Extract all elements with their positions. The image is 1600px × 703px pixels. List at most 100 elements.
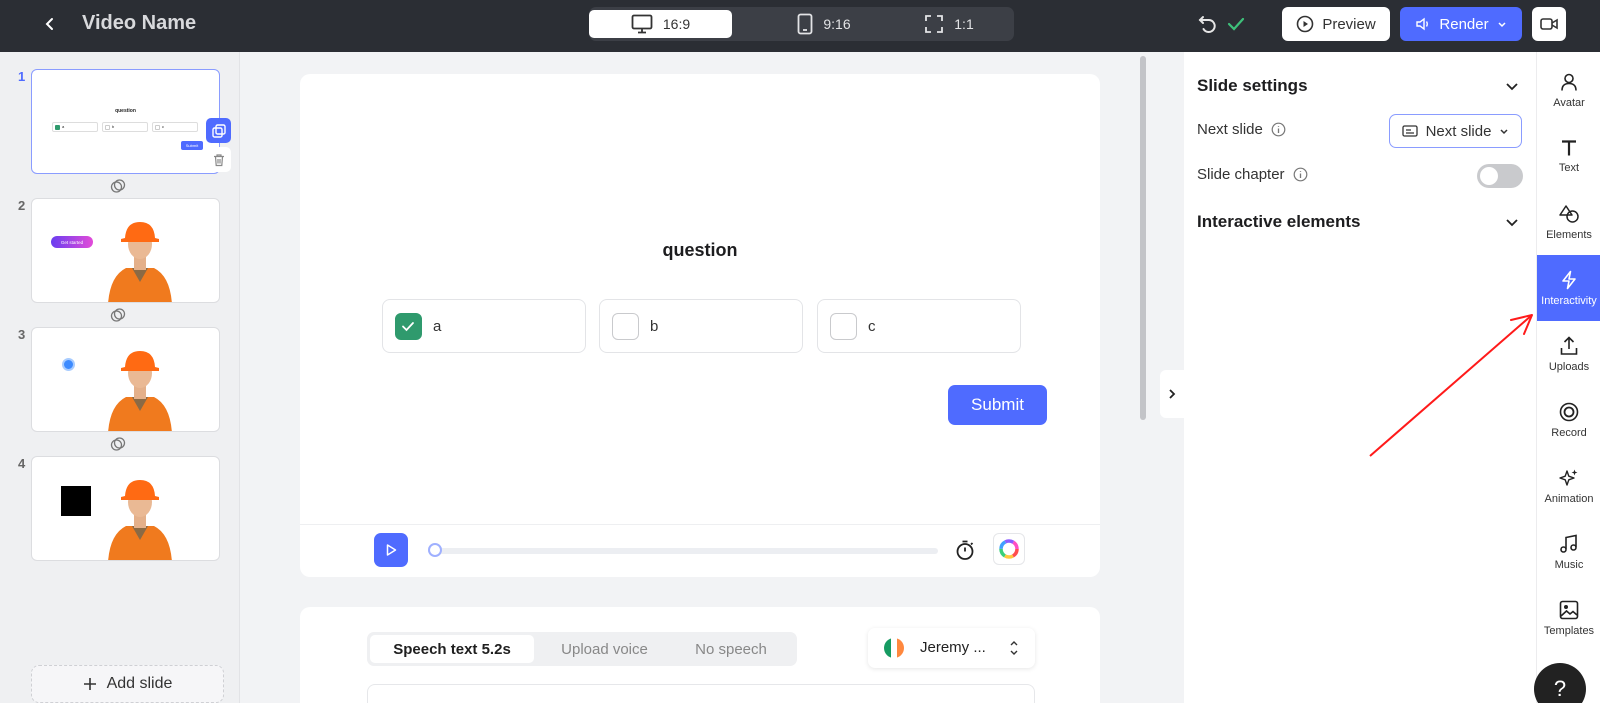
render-button[interactable]: Render: [1400, 7, 1522, 41]
info-icon[interactable]: [1271, 122, 1286, 137]
tool-label: Text: [1558, 161, 1580, 174]
slide-number: 2: [18, 198, 26, 213]
checkbox[interactable]: [830, 313, 857, 340]
next-slide-value: Next slide: [1425, 122, 1492, 140]
next-slide-select[interactable]: Next slide: [1389, 114, 1522, 148]
tool-record[interactable]: Record: [1537, 387, 1600, 453]
trash-icon: [213, 153, 224, 166]
undo-icon[interactable]: [1196, 12, 1220, 36]
chevron-down-icon[interactable]: [1504, 214, 1520, 230]
delete-slide-button[interactable]: [206, 147, 231, 172]
slide-thumbnail-4[interactable]: [31, 456, 220, 561]
option-label: a: [433, 318, 442, 335]
chevron-left-icon: [45, 18, 53, 30]
tool-label: Interactivity: [1541, 294, 1597, 307]
ratio-9-16-button[interactable]: 9:16: [764, 10, 884, 38]
transition-icon[interactable]: [110, 436, 126, 452]
voice-name: Jeremy ...: [920, 639, 986, 656]
collapse-panel-button[interactable]: [1160, 370, 1184, 418]
top-bar: Video Name 16:9 9:16 1:1 Preview Render: [0, 0, 1600, 52]
player-controls: [300, 524, 1100, 577]
preview-label: Preview: [1322, 15, 1376, 33]
interactive-elements-title[interactable]: Interactive elements: [1197, 212, 1360, 232]
tab-no-speech[interactable]: No speech: [671, 635, 791, 663]
background-color-button[interactable]: [993, 533, 1025, 565]
thumb-option-label: a: [62, 124, 65, 129]
tool-label: Uploads: [1548, 360, 1590, 373]
preview-button[interactable]: Preview: [1282, 7, 1390, 41]
record-camera-button[interactable]: [1532, 7, 1566, 41]
canvas-stage[interactable]: question a b c Submit: [300, 74, 1100, 524]
submit-button[interactable]: Submit: [948, 385, 1047, 425]
ratio-1-1-button[interactable]: 1:1: [904, 10, 994, 38]
play-button[interactable]: [374, 533, 408, 567]
tool-animation[interactable]: Animation: [1537, 453, 1600, 519]
slide-settings-title[interactable]: Slide settings: [1197, 76, 1308, 96]
timeline-scrubber[interactable]: [428, 548, 938, 554]
video-camera-icon: [1540, 18, 1558, 30]
slide-thumbnail-2[interactable]: Get started: [31, 198, 220, 303]
speech-text-input[interactable]: [367, 684, 1035, 703]
next-slide-label: Next slide: [1197, 121, 1263, 138]
slide-thumbnail-3[interactable]: [31, 327, 220, 432]
answer-option-b[interactable]: b: [599, 299, 803, 353]
add-slide-button[interactable]: Add slide: [31, 665, 224, 703]
canvas-scrollbar[interactable]: [1140, 56, 1146, 420]
ireland-flag-icon: [884, 638, 904, 658]
slide-number: 1: [18, 69, 26, 84]
duplicate-slide-button[interactable]: [206, 118, 231, 143]
ratio-label: 16:9: [662, 16, 691, 32]
slide-icon: [1401, 125, 1418, 137]
slide-chapter-setting: Slide chapter: [1197, 166, 1308, 183]
checkbox-checked[interactable]: [395, 313, 422, 340]
next-slide-setting: Next slide: [1197, 121, 1286, 138]
phone-icon: [797, 13, 813, 35]
tool-avatar[interactable]: Avatar: [1537, 57, 1600, 123]
ratio-16-9-button[interactable]: 16:9: [589, 10, 732, 38]
play-icon: [386, 544, 397, 556]
transition-icon[interactable]: [110, 307, 126, 323]
voice-select[interactable]: Jeremy ...: [868, 628, 1035, 668]
stopwatch-icon[interactable]: [954, 539, 976, 561]
thumb-option: a: [52, 122, 98, 132]
chevron-down-icon[interactable]: [1504, 78, 1520, 94]
lightning-icon: [1562, 270, 1576, 289]
transition-icon[interactable]: [110, 178, 126, 194]
slide-chapter-label: Slide chapter: [1197, 166, 1285, 183]
back-button[interactable]: [38, 12, 62, 36]
thumb-option-label: b: [112, 124, 115, 129]
plus-icon: [83, 678, 96, 690]
checkbox[interactable]: [612, 313, 639, 340]
tab-speech-text[interactable]: Speech text 5.2s: [370, 635, 534, 663]
tool-interactivity[interactable]: Interactivity: [1537, 255, 1600, 321]
duplicate-icon: [211, 123, 226, 138]
slides-panel: 1 question a b c Submit 2 Get started 3: [0, 52, 240, 703]
chevron-updown-icon: [1010, 641, 1018, 655]
tool-uploads[interactable]: Uploads: [1537, 321, 1600, 387]
tool-templates[interactable]: Templates: [1537, 585, 1600, 651]
scrubber-handle[interactable]: [428, 543, 442, 557]
speech-tabs: Speech text 5.2s Upload voice No speech: [367, 632, 797, 666]
tool-elements[interactable]: Elements: [1537, 189, 1600, 255]
slide-chapter-toggle[interactable]: [1477, 164, 1523, 188]
info-icon[interactable]: [1293, 167, 1308, 182]
question-title[interactable]: question: [300, 240, 1100, 261]
tool-music[interactable]: Music: [1537, 519, 1600, 585]
answer-option-a[interactable]: a: [382, 299, 586, 353]
video-title[interactable]: Video Name: [82, 12, 196, 35]
add-slide-label: Add slide: [106, 675, 173, 692]
tool-label: Animation: [1544, 492, 1594, 505]
tool-rail: Avatar Text Elements Interactivity Uploa…: [1536, 52, 1600, 703]
ratio-label: 9:16: [823, 16, 851, 32]
tab-upload-voice[interactable]: Upload voice: [542, 635, 667, 663]
thumb-submit: Submit: [181, 141, 203, 150]
slide-thumbnail-1[interactable]: question a b c Submit: [31, 69, 220, 174]
tool-text[interactable]: Text: [1537, 123, 1600, 189]
slide-number: 4: [18, 456, 26, 471]
answer-option-c[interactable]: c: [817, 299, 1021, 353]
shapes-icon: [1559, 204, 1579, 223]
fullscreen-icon: [925, 15, 944, 33]
aspect-ratio-switcher: 16:9 9:16 1:1: [589, 7, 1014, 41]
check-icon: [1227, 17, 1245, 31]
tool-label: Record: [1551, 426, 1587, 439]
